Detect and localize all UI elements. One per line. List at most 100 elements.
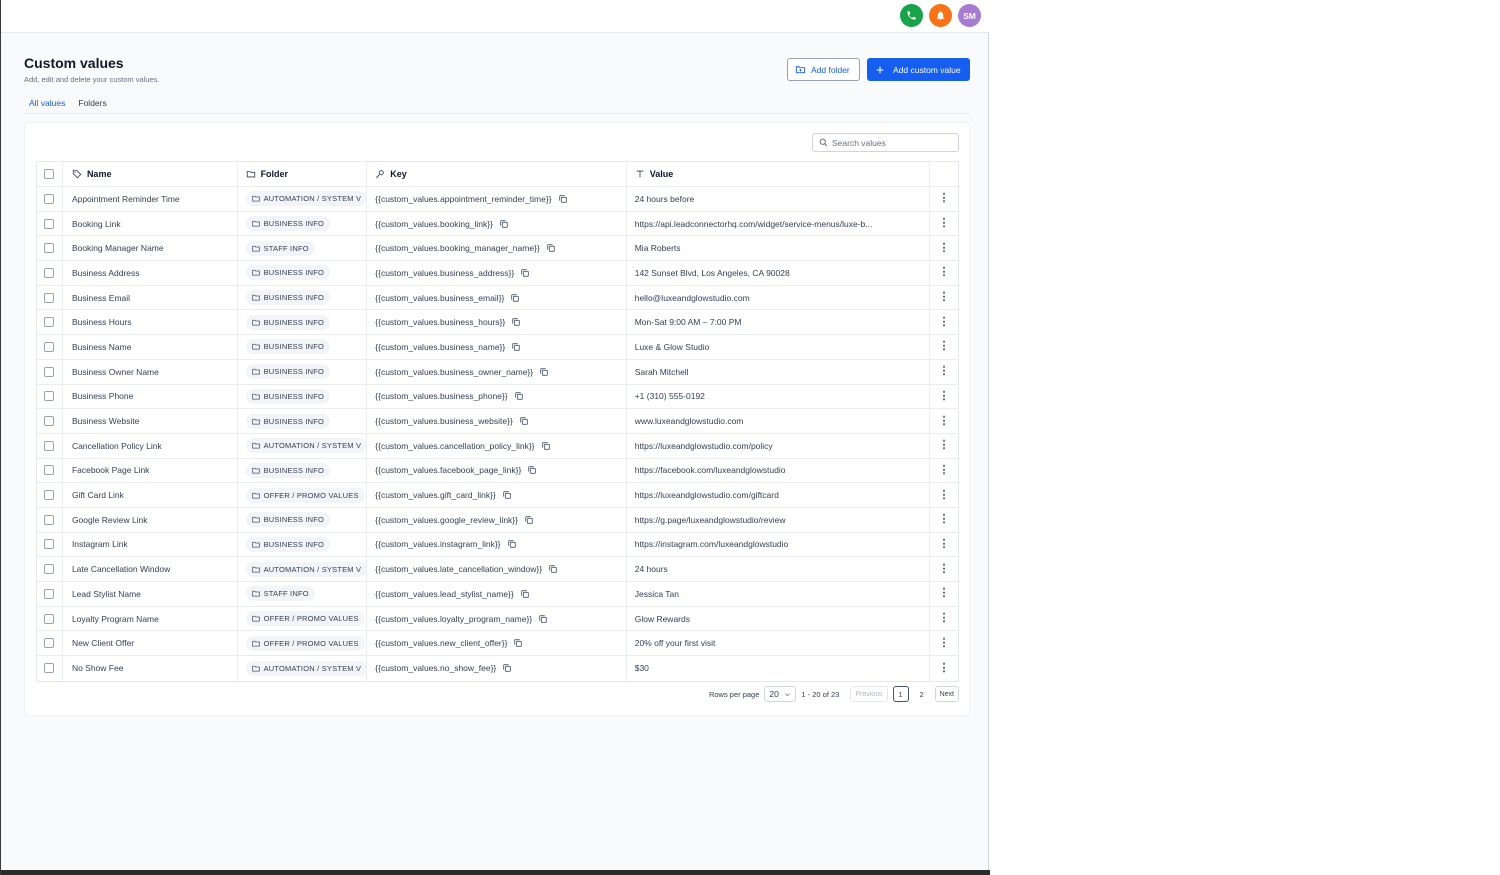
- more-options-icon[interactable]: ⋮: [939, 464, 950, 476]
- page-2-button[interactable]: 2: [914, 686, 930, 702]
- copy-icon[interactable]: [527, 465, 537, 475]
- more-options-icon[interactable]: ⋮: [939, 267, 950, 278]
- column-header-value[interactable]: Value: [627, 162, 931, 186]
- row-checkbox[interactable]: [44, 440, 55, 451]
- row-checkbox[interactable]: [44, 218, 55, 229]
- row-checkbox[interactable]: [44, 588, 55, 599]
- more-options-icon[interactable]: ⋮: [939, 242, 950, 254]
- table-row[interactable]: Business Owner Name BUSINESS INFO {{custom…: [37, 359, 958, 385]
- next-page-button[interactable]: Next: [934, 686, 959, 702]
- row-checkbox[interactable]: [44, 490, 55, 501]
- copy-icon[interactable]: [558, 194, 568, 204]
- row-checkbox[interactable]: [44, 341, 55, 352]
- more-options-icon[interactable]: ⋮: [939, 489, 950, 501]
- copy-icon[interactable]: [511, 342, 521, 352]
- bell-icon[interactable]: [929, 4, 952, 27]
- more-options-icon[interactable]: ⋮: [939, 415, 950, 427]
- table-row[interactable]: Business Email BUSINESS INFO {{custom_valu…: [37, 285, 958, 311]
- copy-icon[interactable]: [538, 614, 548, 624]
- tab-folders[interactable]: Folders: [78, 98, 106, 113]
- copy-icon[interactable]: [524, 515, 534, 525]
- table-row[interactable]: Loyalty Program Name OFFER / PROMO VALUES…: [37, 606, 958, 632]
- table-row[interactable]: Instagram Link BUSINESS INFO {{custom_valu…: [37, 532, 958, 558]
- table-row[interactable]: Booking Manager Name STAFF INFO {{custom_v…: [37, 236, 958, 262]
- copy-icon[interactable]: [514, 391, 524, 401]
- row-checkbox[interactable]: [44, 613, 55, 624]
- select-all-checkbox[interactable]: [44, 169, 55, 179]
- copy-icon[interactable]: [502, 663, 512, 673]
- copy-icon[interactable]: [513, 638, 523, 648]
- copy-icon[interactable]: [510, 293, 520, 303]
- table-row[interactable]: No Show Fee AUTOMATION / SYSTEM V {{custom…: [37, 656, 958, 681]
- table-row[interactable]: Business Name BUSINESS INFO {{custom_value…: [37, 335, 958, 360]
- copy-icon[interactable]: [539, 367, 549, 377]
- more-options-icon[interactable]: ⋮: [939, 613, 950, 624]
- table-row[interactable]: Late Cancellation Window AUTOMATION / SYS…: [37, 557, 958, 582]
- row-key: {{custom_values.instagram_link}}: [375, 539, 501, 550]
- previous-page-button[interactable]: Previous: [850, 686, 888, 702]
- copy-icon[interactable]: [541, 441, 551, 451]
- column-header-name[interactable]: Name: [63, 162, 238, 186]
- copy-icon[interactable]: [502, 490, 512, 500]
- table-row[interactable]: Google Review Link BUSINESS INFO {{custom_…: [37, 507, 958, 533]
- page-1-button[interactable]: 1: [892, 686, 909, 702]
- table-row[interactable]: Business Hours BUSINESS INFO {{custom_valu…: [37, 310, 958, 336]
- row-checkbox[interactable]: [44, 267, 55, 278]
- copy-icon[interactable]: [499, 219, 509, 229]
- row-checkbox[interactable]: [44, 416, 55, 427]
- copy-icon[interactable]: [507, 539, 517, 549]
- table-row[interactable]: Business Website BUSINESS INFO {{custom_va…: [37, 409, 958, 434]
- tab-all-values[interactable]: All values: [24, 98, 65, 113]
- column-header-folder[interactable]: Folder: [238, 162, 368, 186]
- more-options-icon[interactable]: ⋮: [939, 316, 950, 328]
- user-avatar[interactable]: SM: [958, 4, 981, 27]
- copy-icon[interactable]: [546, 243, 556, 253]
- column-header-key[interactable]: Key: [367, 162, 627, 186]
- copy-icon[interactable]: [520, 268, 530, 278]
- table-row[interactable]: Business Address BUSINESS INFO {{custom_va…: [37, 261, 958, 286]
- row-checkbox[interactable]: [44, 465, 55, 476]
- row-checkbox[interactable]: [44, 638, 55, 649]
- row-checkbox[interactable]: [44, 292, 55, 303]
- row-checkbox[interactable]: [44, 366, 55, 377]
- more-options-icon[interactable]: ⋮: [939, 193, 950, 204]
- more-options-icon[interactable]: ⋮: [939, 440, 950, 451]
- table-row[interactable]: Cancellation Policy Link AUTOMATION / SYS…: [37, 433, 958, 459]
- phone-icon[interactable]: [900, 4, 923, 27]
- row-checkbox[interactable]: [44, 391, 55, 402]
- more-options-icon[interactable]: ⋮: [939, 637, 950, 649]
- row-checkbox[interactable]: [44, 539, 55, 550]
- add-folder-button[interactable]: Add folder: [787, 58, 860, 81]
- row-checkbox[interactable]: [44, 317, 55, 328]
- table-row[interactable]: Gift Card Link OFFER / PROMO VALUES {{cust…: [37, 483, 958, 508]
- add-custom-value-button[interactable]: Add custom value: [867, 58, 970, 81]
- more-options-icon[interactable]: ⋮: [939, 538, 950, 550]
- table-row[interactable]: Facebook Page Link BUSINESS INFO {{custom_…: [37, 458, 958, 484]
- table-row[interactable]: New Client Offer OFFER / PROMO VALUES {{cu…: [37, 631, 958, 657]
- more-options-icon[interactable]: ⋮: [939, 292, 950, 303]
- table-row[interactable]: Booking Link BUSINESS INFO {{custom_values…: [37, 211, 958, 237]
- row-name: Business Phone: [71, 391, 134, 402]
- more-options-icon[interactable]: ⋮: [939, 662, 950, 674]
- more-options-icon[interactable]: ⋮: [939, 341, 950, 352]
- more-options-icon[interactable]: ⋮: [939, 563, 950, 575]
- search-input[interactable]: Search values: [812, 133, 959, 152]
- copy-icon[interactable]: [519, 416, 529, 426]
- table-row[interactable]: Lead Stylist Name STAFF INFO {{custom_valu…: [37, 582, 958, 607]
- more-options-icon[interactable]: ⋮: [939, 588, 950, 599]
- row-checkbox[interactable]: [44, 193, 55, 204]
- rows-per-page-select[interactable]: 20: [764, 686, 797, 702]
- more-options-icon[interactable]: ⋮: [939, 390, 950, 402]
- row-checkbox[interactable]: [44, 514, 55, 525]
- more-options-icon[interactable]: ⋮: [939, 218, 950, 229]
- table-row[interactable]: Appointment Reminder Time AUTOMATION / SY…: [37, 187, 958, 212]
- more-options-icon[interactable]: ⋮: [939, 366, 950, 377]
- table-row[interactable]: Business Phone BUSINESS INFO {{custom_valu…: [37, 384, 958, 410]
- copy-icon[interactable]: [548, 564, 558, 574]
- row-checkbox[interactable]: [44, 564, 55, 575]
- more-options-icon[interactable]: ⋮: [939, 514, 950, 525]
- row-checkbox[interactable]: [44, 243, 55, 254]
- copy-icon[interactable]: [511, 317, 521, 327]
- row-checkbox[interactable]: [44, 663, 55, 674]
- copy-icon[interactable]: [520, 589, 530, 599]
